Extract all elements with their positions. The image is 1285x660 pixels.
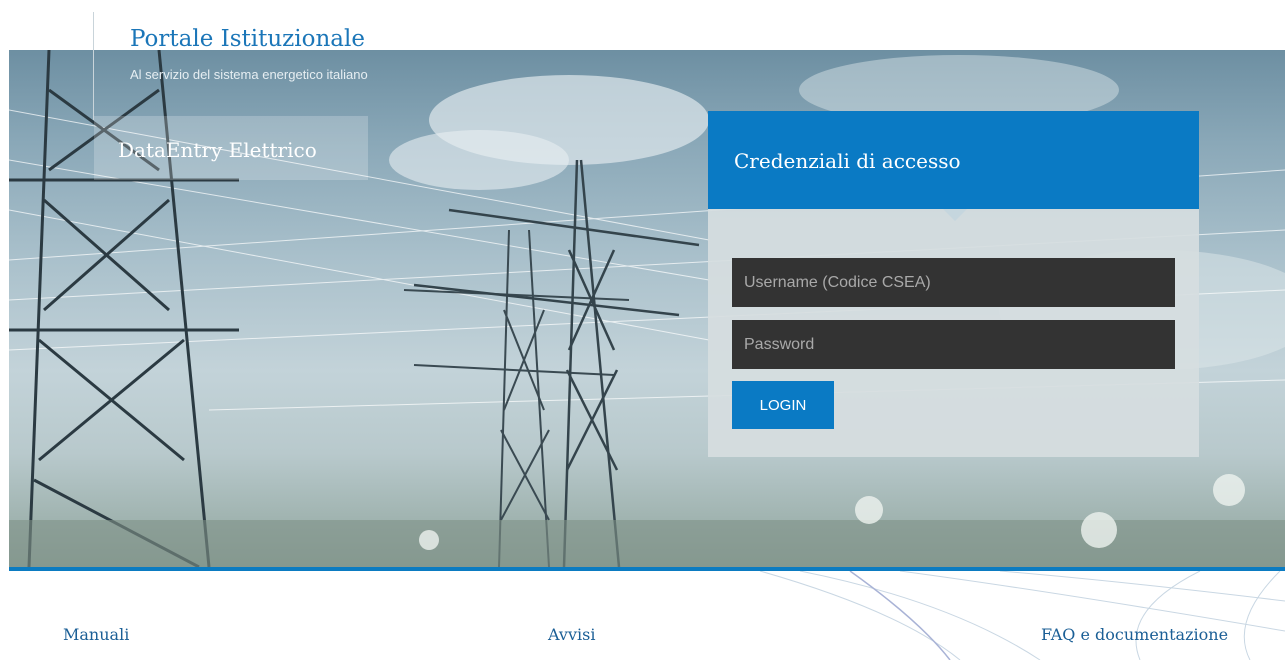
footer-link-faq[interactable]: FAQ e documentazione xyxy=(1041,625,1228,644)
login-button[interactable]: LOGIN xyxy=(732,381,834,429)
footer-link-manuali[interactable]: Manuali xyxy=(63,625,129,644)
header-divider xyxy=(93,12,94,120)
decorative-waves xyxy=(759,571,1285,660)
app-name-badge: DataEntry Elettrico xyxy=(94,116,368,180)
login-panel-header: Credenziali di accesso xyxy=(708,111,1199,221)
site-title[interactable]: Portale Istituzionale xyxy=(130,26,365,52)
login-form: LOGIN xyxy=(708,209,1199,457)
footer: Manuali Avvisi FAQ e documentazione xyxy=(0,571,1285,660)
site-subtitle: Al servizio del sistema energetico itali… xyxy=(130,67,368,82)
password-input[interactable] xyxy=(732,320,1175,369)
username-input[interactable] xyxy=(732,258,1175,307)
login-title: Credenziali di accesso xyxy=(734,149,961,173)
footer-link-avvisi[interactable]: Avvisi xyxy=(548,625,595,644)
login-panel: Credenziali di accesso LOGIN xyxy=(708,111,1199,457)
